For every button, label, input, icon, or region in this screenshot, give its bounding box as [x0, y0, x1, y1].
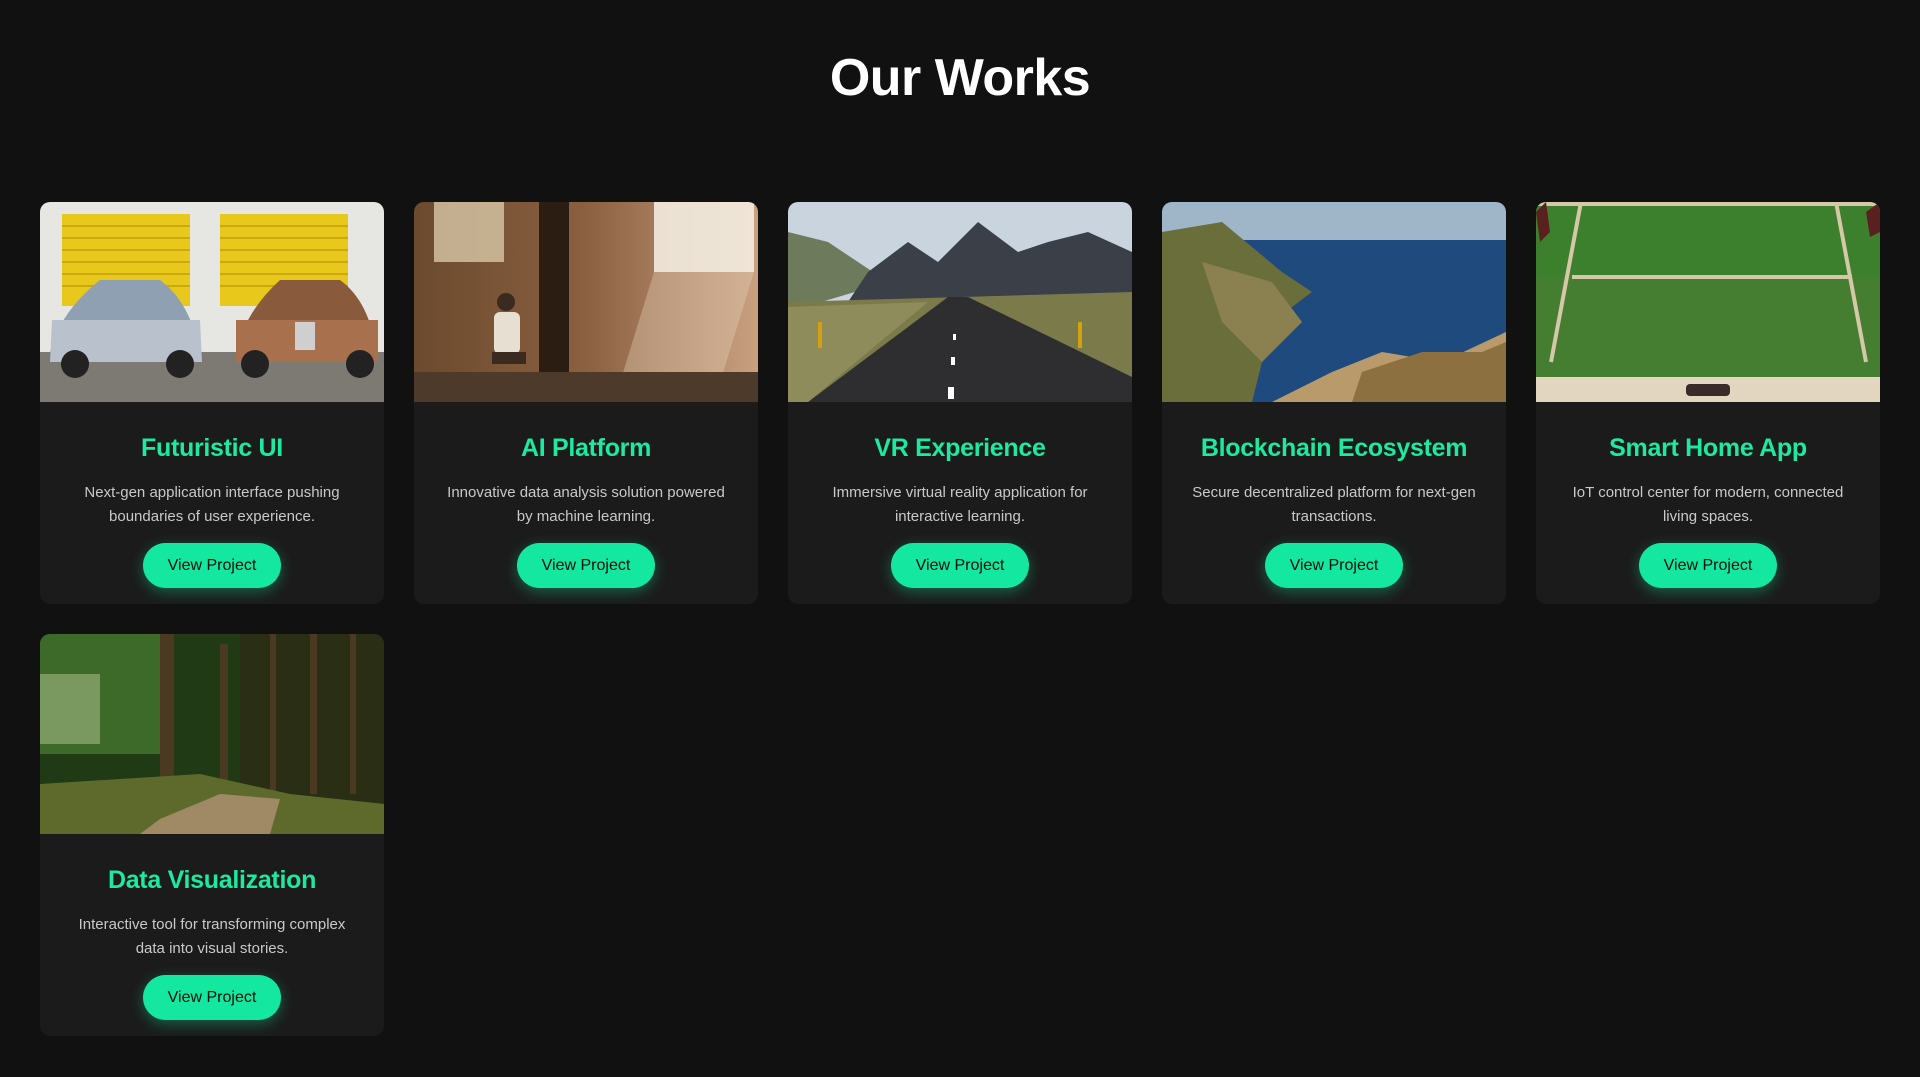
- view-project-button[interactable]: View Project: [1639, 543, 1777, 588]
- project-card: Futuristic UI Next-gen application inter…: [40, 202, 384, 604]
- view-project-button[interactable]: View Project: [143, 975, 281, 1020]
- project-image: [788, 202, 1132, 402]
- project-image: [1536, 202, 1880, 402]
- project-image: [414, 202, 758, 402]
- project-card: Blockchain Ecosystem Secure decentralize…: [1162, 202, 1506, 604]
- project-image: [40, 202, 384, 402]
- project-card: VR Experience Immersive virtual reality …: [788, 202, 1132, 604]
- projects-grid: Futuristic UI Next-gen application inter…: [40, 202, 1881, 1036]
- project-description: IoT control center for modern, connected…: [1572, 484, 1844, 525]
- project-description: Interactive tool for transforming comple…: [78, 916, 346, 957]
- project-title: AI Platform: [520, 434, 652, 462]
- view-project-button[interactable]: View Project: [517, 543, 655, 588]
- project-title: VR Experience: [874, 434, 1046, 462]
- project-title: Smart Home App: [1609, 434, 1807, 462]
- project-image: [40, 634, 384, 834]
- view-project-button[interactable]: View Project: [143, 543, 281, 588]
- project-image: [1162, 202, 1506, 402]
- project-description: Secure decentralized platform for next-g…: [1192, 484, 1476, 525]
- project-description: Immersive virtual reality application fo…: [832, 484, 1088, 525]
- page-title: Our Works: [829, 49, 1091, 107]
- project-title: Futuristic UI: [141, 434, 283, 462]
- project-card: Smart Home App IoT control center for mo…: [1536, 202, 1880, 604]
- project-card: AI Platform Innovative data analysis sol…: [414, 202, 758, 604]
- view-project-button[interactable]: View Project: [1265, 543, 1403, 588]
- project-card: Data Visualization Interactive tool for …: [40, 634, 384, 1036]
- project-title: Blockchain Ecosystem: [1200, 434, 1468, 462]
- project-description: Innovative data analysis solution powere…: [447, 484, 725, 525]
- project-description: Next-gen application interface pushing b…: [84, 484, 340, 525]
- project-title: Data Visualization: [107, 866, 317, 894]
- view-project-button[interactable]: View Project: [891, 543, 1029, 588]
